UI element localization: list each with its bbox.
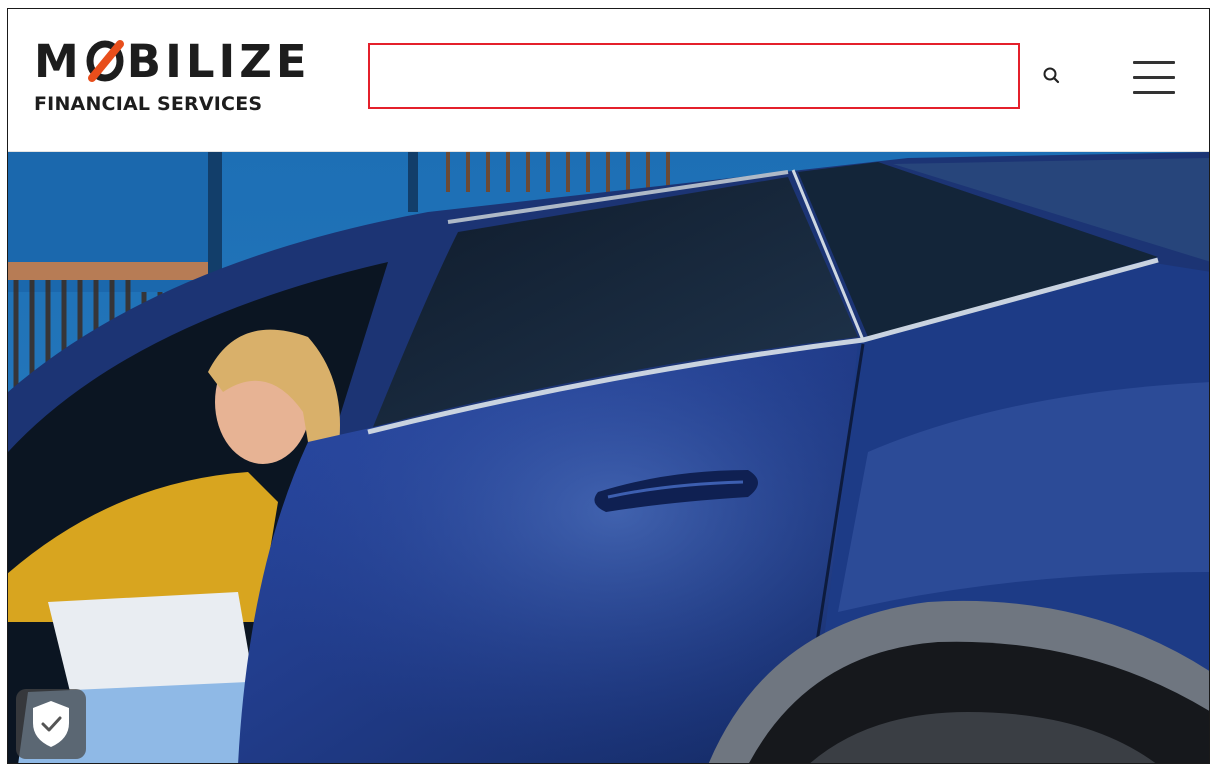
- hero-car-illustration: [8, 152, 1209, 763]
- search-input[interactable]: [368, 43, 1020, 109]
- logo-letter-m: M: [34, 34, 83, 88]
- site-header: M BILIZE FINANCIAL SERVICES: [8, 9, 1209, 152]
- logo-wordmark: M BILIZE: [34, 35, 334, 87]
- logo-letters-bilize: BILIZE: [126, 34, 311, 88]
- shield-check-icon: [33, 701, 69, 747]
- hamburger-menu-icon[interactable]: [1133, 59, 1175, 95]
- logo-subtitle: FINANCIAL SERVICES: [34, 93, 263, 115]
- mobilize-logo[interactable]: M BILIZE FINANCIAL SERVICES: [34, 35, 334, 121]
- search-icon[interactable]: [1041, 65, 1063, 87]
- logo-slashed-o-icon: [85, 38, 125, 84]
- privacy-shield-button[interactable]: [16, 689, 86, 759]
- page-frame: M BILIZE FINANCIAL SERVICES: [7, 8, 1210, 764]
- hero-image: [8, 152, 1209, 763]
